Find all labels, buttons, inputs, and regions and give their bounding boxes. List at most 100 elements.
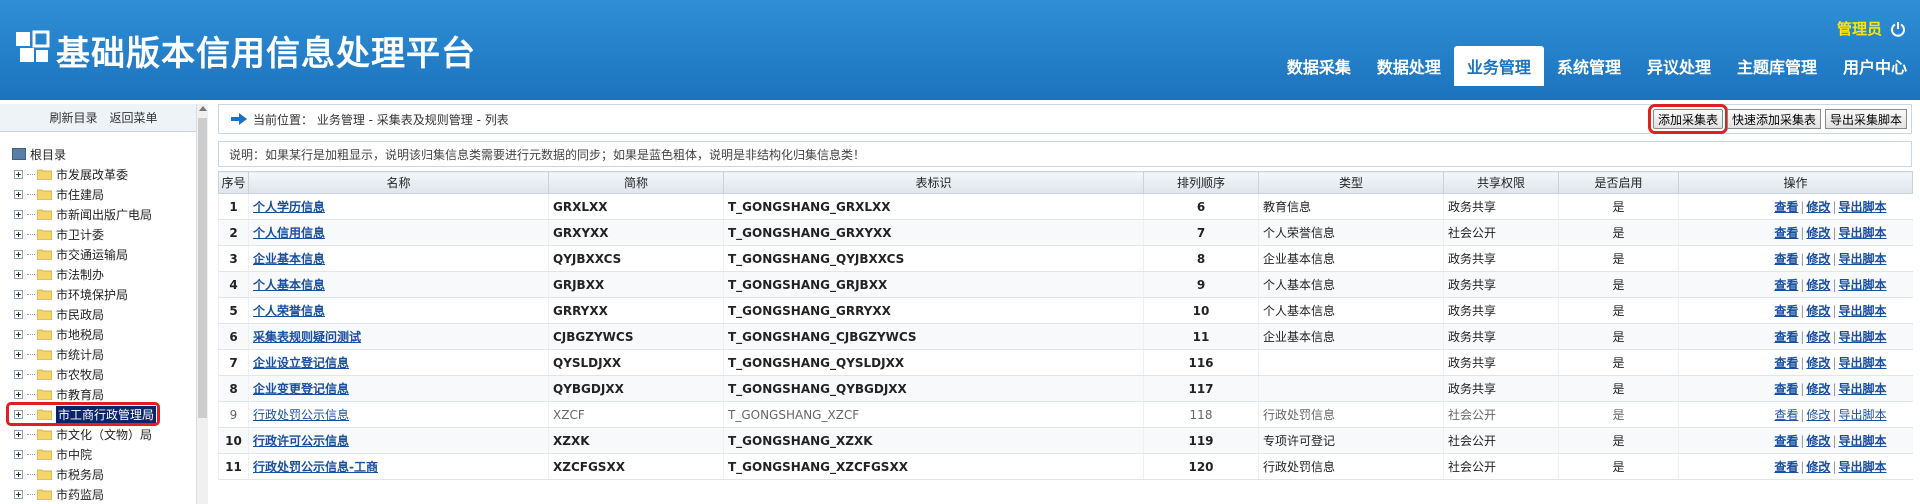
tree-root[interactable]: 根目录 <box>0 144 196 164</box>
expand-icon[interactable] <box>14 269 23 279</box>
tree-item[interactable]: 市统计局 <box>0 344 196 364</box>
row-name-link[interactable]: 企业基本信息 <box>253 252 325 266</box>
expand-icon[interactable] <box>14 449 23 459</box>
edit-link[interactable]: 修改 <box>1806 278 1830 292</box>
row-order: 7 <box>1143 219 1259 246</box>
export-script-link[interactable]: 导出脚本 <box>1838 304 1886 318</box>
nav-item-2[interactable]: 业务管理 <box>1453 46 1544 86</box>
expand-icon[interactable] <box>14 409 23 419</box>
row-name-link[interactable]: 行政处罚公示信息 <box>253 408 349 422</box>
export-script-link[interactable]: 导出脚本 <box>1838 382 1886 396</box>
view-link[interactable]: 查看 <box>1774 226 1798 240</box>
export-script-link[interactable]: 导出脚本 <box>1838 278 1886 292</box>
view-link[interactable]: 查看 <box>1774 304 1798 318</box>
tree-item[interactable]: 市药监局 <box>0 484 196 504</box>
tree-item[interactable]: 市农牧局 <box>0 364 196 384</box>
row-name-link[interactable]: 行政许可公示信息 <box>253 434 349 448</box>
row-name-link[interactable]: 企业变更登记信息 <box>253 382 349 396</box>
edit-link[interactable]: 修改 <box>1806 330 1830 344</box>
tree-item[interactable]: 市教育局 <box>0 384 196 404</box>
expand-icon[interactable] <box>14 169 23 179</box>
expand-icon[interactable] <box>14 309 23 319</box>
edit-link[interactable]: 修改 <box>1806 252 1830 266</box>
refresh-directory-link[interactable]: 刷新目录 <box>49 109 97 126</box>
edit-link[interactable]: 修改 <box>1806 356 1830 370</box>
edit-link[interactable]: 修改 <box>1806 408 1830 422</box>
expand-icon[interactable] <box>14 489 23 499</box>
view-link[interactable]: 查看 <box>1774 330 1798 344</box>
tree-item[interactable]: 市发展改革委 <box>0 164 196 184</box>
export-script-link[interactable]: 导出脚本 <box>1838 356 1886 370</box>
expand-icon[interactable] <box>14 389 23 399</box>
tree-item[interactable]: 市中院 <box>0 444 196 464</box>
view-link[interactable]: 查看 <box>1774 408 1798 422</box>
row-name-link[interactable]: 行政处罚公示信息-工商 <box>253 460 378 474</box>
tree-item-label: 市发展改革委 <box>56 167 129 182</box>
tree-item[interactable]: 市法制办 <box>0 264 196 284</box>
export-script-link[interactable]: 导出脚本 <box>1838 226 1886 240</box>
tree-item[interactable]: 市民政局 <box>0 304 196 324</box>
export-script-link[interactable]: 导出脚本 <box>1838 434 1886 448</box>
export-script-link[interactable]: 导出脚本 <box>1838 330 1886 344</box>
back-menu-link[interactable]: 返回菜单 <box>110 109 158 126</box>
row-name-link[interactable]: 个人荣誉信息 <box>253 304 325 318</box>
nav-item-6[interactable]: 用户中心 <box>1830 46 1920 86</box>
row-name-link[interactable]: 个人基本信息 <box>253 278 325 292</box>
expand-icon[interactable] <box>14 249 23 259</box>
quick-add-collection-table-button[interactable]: 快速添加采集表 <box>1726 109 1821 129</box>
row-name-link[interactable]: 个人学历信息 <box>253 200 325 214</box>
export-script-link[interactable]: 导出脚本 <box>1838 252 1886 266</box>
tree-item[interactable]: 市卫计委 <box>0 224 196 244</box>
expand-icon[interactable] <box>14 429 23 439</box>
view-link[interactable]: 查看 <box>1774 460 1798 474</box>
edit-link[interactable]: 修改 <box>1806 200 1830 214</box>
row-name-link[interactable]: 企业设立登记信息 <box>253 356 349 370</box>
row-name-link[interactable]: 个人信用信息 <box>253 226 325 240</box>
export-script-link[interactable]: 导出脚本 <box>1838 200 1886 214</box>
edit-link[interactable]: 修改 <box>1806 434 1830 448</box>
expand-icon[interactable] <box>14 369 23 379</box>
export-script-link[interactable]: 导出脚本 <box>1838 408 1886 422</box>
sidebar-top-links: 刷新目录 返回菜单 <box>0 104 207 132</box>
expand-icon[interactable] <box>14 349 23 359</box>
view-link[interactable]: 查看 <box>1774 200 1798 214</box>
scroll-up-arrow-icon[interactable] <box>199 106 207 111</box>
tree-item[interactable]: 市环境保护局 <box>0 284 196 304</box>
expand-icon[interactable] <box>14 209 23 219</box>
nav-item-0[interactable]: 数据采集 <box>1274 46 1364 86</box>
view-link[interactable]: 查看 <box>1774 252 1798 266</box>
nav-item-5[interactable]: 主题库管理 <box>1724 46 1830 86</box>
user-name[interactable]: 管理员 <box>1837 18 1882 39</box>
expand-icon[interactable] <box>14 229 23 239</box>
edit-link[interactable]: 修改 <box>1806 226 1830 240</box>
tree-item[interactable]: 市税务局 <box>0 464 196 484</box>
edit-link[interactable]: 修改 <box>1806 382 1830 396</box>
edit-link[interactable]: 修改 <box>1806 460 1830 474</box>
tree-item[interactable]: 市地税局 <box>0 324 196 344</box>
row-name-link[interactable]: 采集表规则疑问测试 <box>253 330 361 344</box>
export-collection-script-button[interactable]: 导出采集脚本 <box>1824 109 1907 129</box>
nav-item-4[interactable]: 异议处理 <box>1634 46 1724 86</box>
tree-item[interactable]: 市工商行政管理局 <box>6 402 160 426</box>
edit-link[interactable]: 修改 <box>1806 304 1830 318</box>
sidebar-scrollbar[interactable] <box>196 104 208 504</box>
view-link[interactable]: 查看 <box>1774 434 1798 448</box>
power-icon[interactable] <box>1890 21 1906 37</box>
scroll-thumb[interactable] <box>198 118 207 418</box>
add-collection-table-button[interactable]: 添加采集表 <box>1647 104 1728 134</box>
expand-icon[interactable] <box>14 289 23 299</box>
nav-item-3[interactable]: 系统管理 <box>1544 46 1634 86</box>
export-script-link[interactable]: 导出脚本 <box>1838 460 1886 474</box>
expand-icon[interactable] <box>14 329 23 339</box>
row-name-cell: 企业设立登记信息 <box>248 349 549 376</box>
view-link[interactable]: 查看 <box>1774 382 1798 396</box>
view-link[interactable]: 查看 <box>1774 356 1798 370</box>
view-link[interactable]: 查看 <box>1774 278 1798 292</box>
tree-item[interactable]: 市交通运输局 <box>0 244 196 264</box>
tree-item[interactable]: 市文化（文物）局 <box>0 424 196 444</box>
tree-item[interactable]: 市住建局 <box>0 184 196 204</box>
nav-item-1[interactable]: 数据处理 <box>1364 46 1454 86</box>
tree-item[interactable]: 市新闻出版广电局 <box>0 204 196 224</box>
expand-icon[interactable] <box>14 469 23 479</box>
expand-icon[interactable] <box>14 189 23 199</box>
